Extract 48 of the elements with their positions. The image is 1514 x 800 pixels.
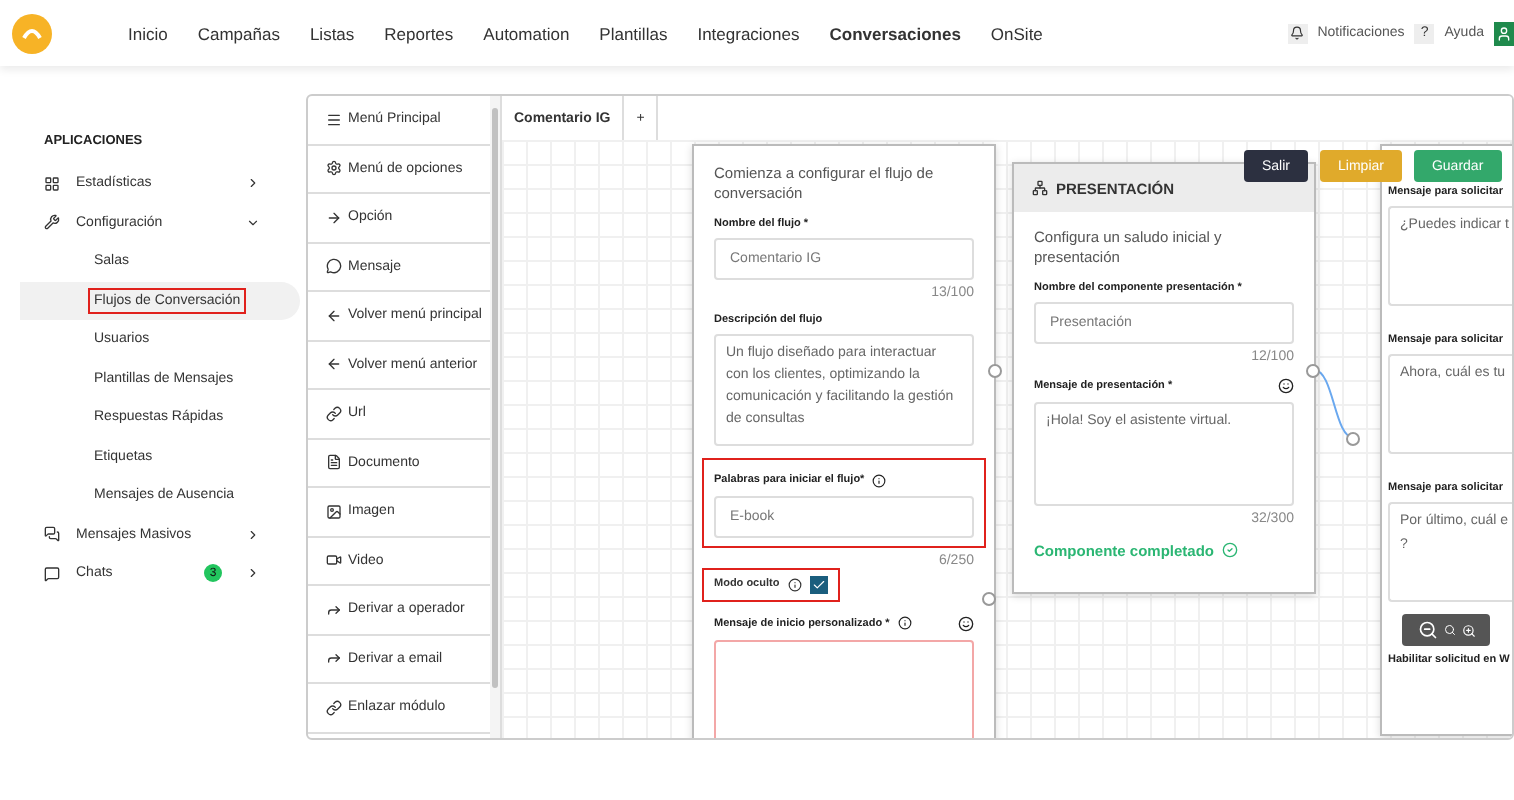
nav-link[interactable]: Campañas bbox=[197, 23, 280, 43]
nav-link[interactable]: Integraciones bbox=[697, 23, 800, 43]
nav-link[interactable]: Plantillas bbox=[599, 23, 668, 43]
connection-handle[interactable] bbox=[1346, 432, 1360, 446]
nav-link[interactable]: Conversaciones bbox=[829, 23, 961, 43]
file-icon bbox=[326, 454, 342, 471]
scrollbar-thumb[interactable] bbox=[492, 108, 498, 688]
info-icon bbox=[897, 616, 912, 630]
share-icon bbox=[326, 601, 342, 618]
nav-link[interactable]: Reportes bbox=[384, 23, 454, 43]
nav-link[interactable]: OnSite bbox=[990, 23, 1043, 43]
message-field[interactable] bbox=[714, 639, 974, 738]
check-circle-icon bbox=[1222, 542, 1239, 558]
info-icon bbox=[787, 577, 802, 591]
arrow-left-icon bbox=[326, 356, 342, 373]
bell-icon[interactable] bbox=[1287, 23, 1308, 43]
zoom-reset-icon[interactable] bbox=[1443, 624, 1455, 636]
nav-link[interactable]: Inicio bbox=[128, 23, 168, 43]
gear-icon bbox=[326, 160, 342, 177]
arrow-left-icon bbox=[326, 307, 342, 324]
message-icon bbox=[44, 565, 60, 582]
emoji-icon[interactable] bbox=[958, 615, 974, 631]
image-icon bbox=[326, 503, 342, 520]
network-icon bbox=[1032, 180, 1048, 196]
connection-handle[interactable] bbox=[988, 364, 1002, 378]
video-icon bbox=[326, 552, 342, 569]
comments-icon bbox=[326, 258, 342, 275]
chevron-right-icon bbox=[246, 176, 260, 191]
nav-link[interactable]: Automation bbox=[483, 23, 570, 43]
checkbox[interactable] bbox=[809, 575, 828, 593]
arrow-right-icon bbox=[326, 209, 342, 226]
menu-icon bbox=[326, 111, 342, 128]
nav-link[interactable]: Listas bbox=[309, 23, 355, 43]
zoom-out-icon[interactable] bbox=[1417, 620, 1437, 640]
chat-bubbles-icon bbox=[44, 526, 60, 543]
wrench-icon bbox=[44, 214, 60, 231]
grid-icon bbox=[44, 175, 60, 192]
info-icon bbox=[872, 473, 887, 487]
connection-handle[interactable] bbox=[1306, 364, 1320, 378]
zoom-in-icon[interactable] bbox=[1461, 623, 1475, 637]
chevron-down-icon bbox=[246, 215, 260, 230]
user-avatar[interactable] bbox=[1494, 21, 1514, 45]
emoji-icon[interactable] bbox=[1278, 377, 1294, 393]
share-icon bbox=[326, 650, 342, 667]
link-icon bbox=[326, 699, 342, 716]
chevron-right-icon bbox=[246, 527, 260, 542]
chevron-right-icon bbox=[246, 566, 260, 581]
link-icon bbox=[326, 405, 342, 422]
